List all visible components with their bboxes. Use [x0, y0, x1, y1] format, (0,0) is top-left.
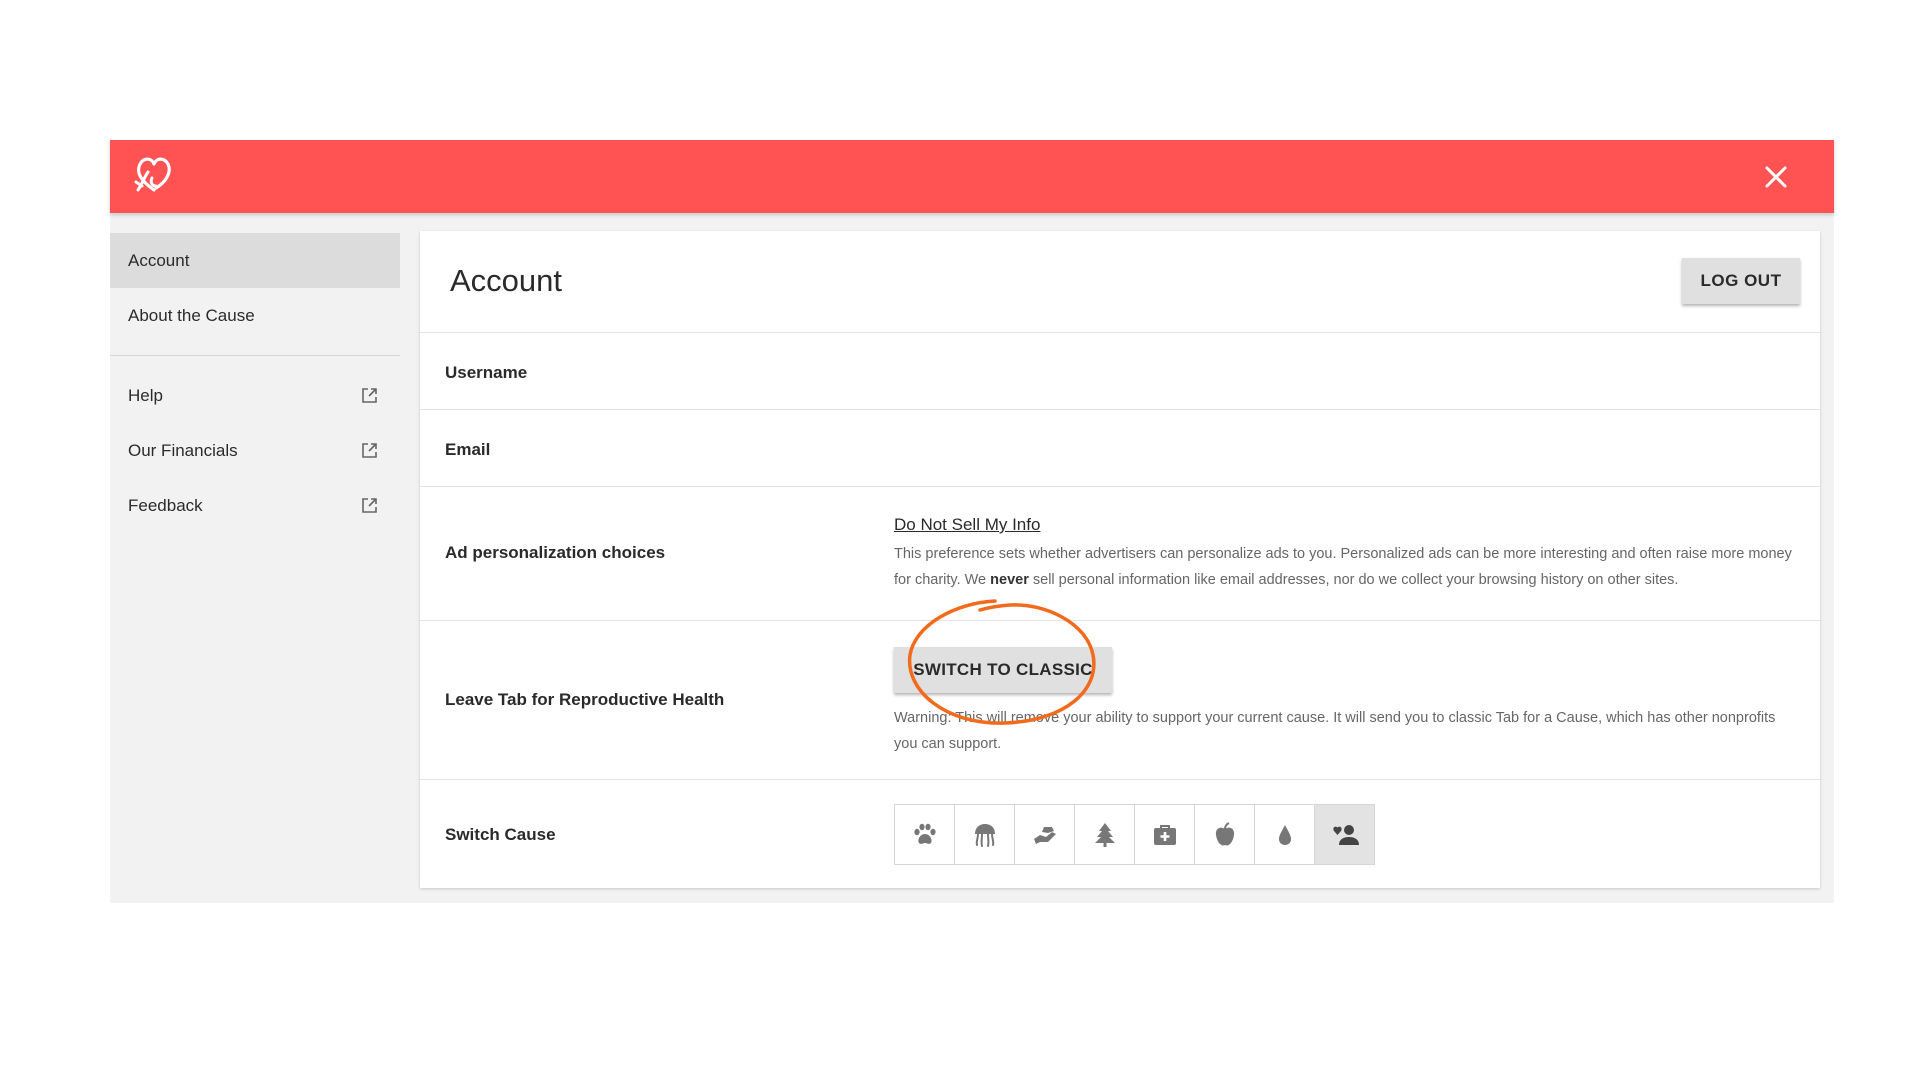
cause-selector	[894, 804, 1375, 865]
leave-tab-row: Leave Tab for Reproductive Health SWITCH…	[420, 621, 1820, 780]
sidebar-divider	[110, 355, 400, 356]
ad-personalization-description: This preference sets whether advertisers…	[894, 541, 1794, 593]
sidebar-item-our-financials[interactable]: Our Financials	[110, 423, 400, 478]
switch-to-classic-button[interactable]: SWITCH TO CLASSIC	[894, 647, 1112, 693]
cause-button-education[interactable]	[1195, 805, 1255, 864]
heart-balloon-icon[interactable]	[130, 152, 178, 198]
jellyfish-icon	[974, 823, 995, 847]
email-label: Email	[445, 440, 491, 459]
sidebar-item-help[interactable]: Help	[110, 368, 400, 423]
email-row: Email	[420, 410, 1820, 487]
sidebar: Account About the Cause Help Our Financi…	[110, 233, 400, 533]
external-link-icon	[362, 388, 377, 403]
external-link-icon	[362, 443, 377, 458]
sidebar-item-label: Account	[128, 251, 190, 270]
do-not-sell-link[interactable]: Do Not Sell My Info	[894, 515, 1040, 534]
sidebar-item-label: Our Financials	[128, 441, 238, 460]
person-heart-icon	[1332, 824, 1359, 845]
ad-desc-emphasis: never	[990, 572, 1029, 588]
cause-button-environment[interactable]	[1075, 805, 1135, 864]
leave-tab-label: Leave Tab for Reproductive Health	[445, 690, 725, 709]
ad-desc-text: sell personal information like email add…	[1028, 572, 1679, 588]
sidebar-item-feedback[interactable]: Feedback	[110, 478, 400, 533]
username-row: Username	[420, 333, 1820, 410]
medical-kit-icon	[1153, 824, 1176, 845]
card-header: Account LOG OUT	[420, 231, 1820, 333]
logout-button[interactable]: LOG OUT	[1682, 258, 1800, 304]
cause-button-water[interactable]	[1255, 805, 1315, 864]
sidebar-item-label: Feedback	[128, 496, 203, 515]
close-icon[interactable]	[1760, 161, 1792, 193]
cause-button-health[interactable]	[1135, 805, 1195, 864]
page-title: Account	[450, 263, 563, 298]
account-card: Account LOG OUT Username Email Ad person…	[420, 231, 1820, 888]
ad-personalization-row: Ad personalization choices Do Not Sell M…	[420, 487, 1820, 621]
tree-icon	[1094, 822, 1115, 847]
cause-button-giving[interactable]	[1015, 805, 1075, 864]
sidebar-item-label: About the Cause	[128, 306, 255, 325]
ad-personalization-label: Ad personalization choices	[445, 543, 666, 562]
helping-hand-icon	[1033, 826, 1056, 844]
leave-tab-warning: Warning: This will remove your ability t…	[894, 710, 1776, 752]
cause-button-reproductive-health[interactable]	[1315, 805, 1374, 864]
ad-personalization-content: Do Not Sell My Info This preference sets…	[894, 515, 1794, 593]
switch-cause-label: Switch Cause	[445, 825, 556, 844]
settings-window: Account About the Cause Help Our Financi…	[110, 140, 1834, 903]
username-label: Username	[445, 363, 528, 382]
paw-icon	[913, 823, 936, 844]
sidebar-item-about-the-cause[interactable]: About the Cause	[110, 288, 400, 343]
sidebar-item-label: Help	[128, 386, 163, 405]
sidebar-item-account[interactable]: Account	[110, 233, 400, 288]
cause-button-animals[interactable]	[895, 805, 955, 864]
water-drop-icon	[1278, 824, 1291, 845]
external-link-icon	[362, 498, 377, 513]
top-bar	[110, 140, 1834, 213]
switch-cause-row: Switch Cause	[420, 780, 1820, 890]
cause-button-oceans[interactable]	[955, 805, 1015, 864]
leave-tab-content: SWITCH TO CLASSIC Warning: This will rem…	[894, 647, 1794, 767]
apple-icon	[1215, 821, 1234, 845]
